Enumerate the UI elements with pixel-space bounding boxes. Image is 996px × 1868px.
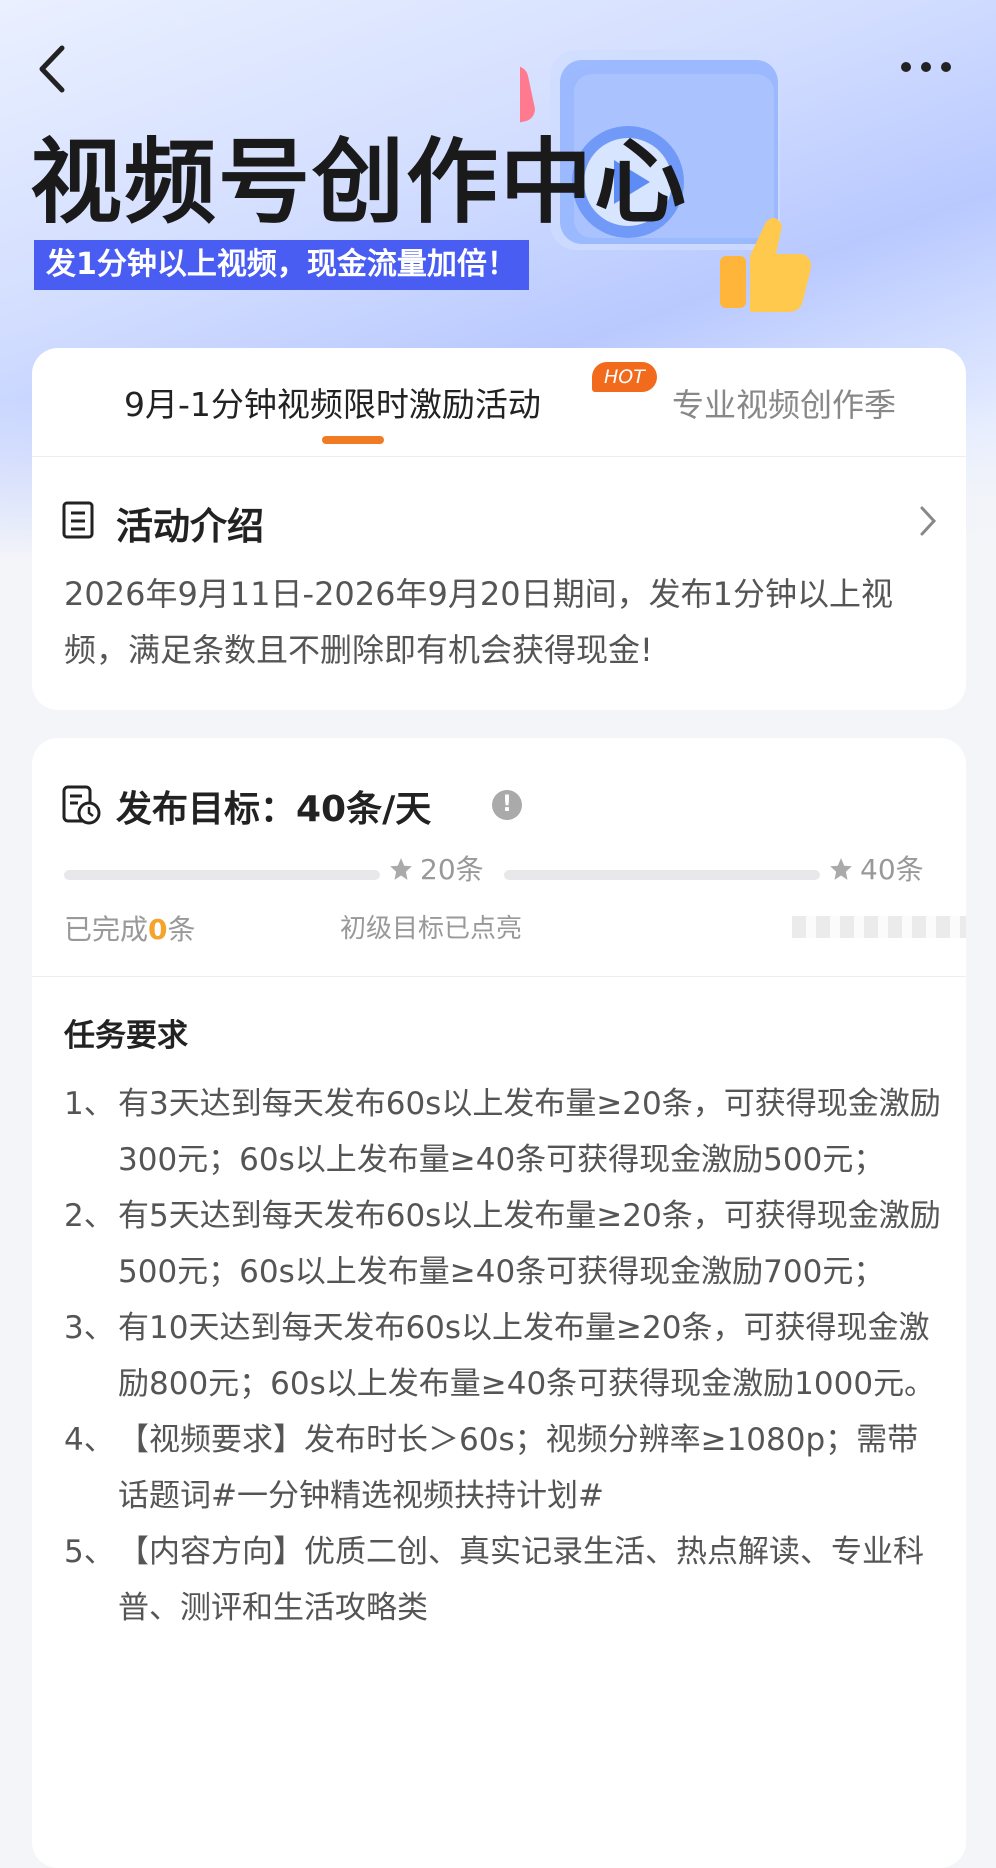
- list-item: 5、 【内容方向】优质二创、真实记录生活、热点解读、专业科普、测评和生活攻略类: [64, 1524, 944, 1636]
- milestone-40: 40条: [828, 848, 924, 898]
- back-arrow-icon: [39, 45, 65, 93]
- divider: [32, 976, 966, 977]
- list-item: 4、 【视频要求】发布时长＞60s；视频分辨率≥1080p；需带话题词#一分钟精选…: [64, 1412, 944, 1524]
- progress-bar-second: [504, 870, 820, 880]
- blurred-text: [792, 916, 966, 938]
- requirements-title: 任务要求: [64, 1018, 188, 1054]
- list-item: 2、 有5天达到每天发布60s以上发布量≥20条，可获得现金激励500元；60s以…: [64, 1188, 944, 1300]
- activity-intro-link[interactable]: 活动介绍: [60, 488, 940, 548]
- requirements-list: 1、 有3天达到每天发布60s以上发布量≥20条，可获得现金激励300元；60s以…: [64, 1076, 944, 1636]
- milestone-label: 40条: [860, 853, 924, 886]
- hot-badge: HOT: [592, 362, 657, 392]
- done-number: 0: [148, 913, 168, 946]
- goal-header: 发布目标：40条/天 !: [60, 774, 940, 834]
- hero-subtitle: 发1分钟以上视频，现金流量加倍！: [34, 240, 529, 290]
- info-icon[interactable]: !: [492, 790, 522, 820]
- tab-bar: 9月-1分钟视频限时激励活动 HOT 专业视频创作季: [32, 348, 966, 457]
- list-item-text: 有3天达到每天发布60s以上发布量≥20条，可获得现金激励300元；60s以上发…: [118, 1086, 941, 1178]
- more-button[interactable]: [896, 52, 956, 82]
- list-item-number: 2、: [64, 1198, 115, 1234]
- tab-1min-video-incentive[interactable]: 9月-1分钟视频限时激励活动: [124, 378, 541, 426]
- list-item: 1、 有3天达到每天发布60s以上发布量≥20条，可获得现金激励300元；60s以…: [64, 1076, 944, 1188]
- list-item-number: 5、: [64, 1534, 115, 1570]
- list-item-number: 3、: [64, 1310, 115, 1346]
- back-button[interactable]: [32, 42, 76, 96]
- activity-card: 9月-1分钟视频限时激励活动 HOT 专业视频创作季 活动介绍 2026年9月1…: [32, 348, 966, 710]
- milestone-20: 20条: [388, 848, 484, 898]
- star-icon: [830, 858, 852, 880]
- intro-description: 2026年9月11日-2026年9月20日期间，发布1分钟以上视频，满足条数且不…: [64, 575, 893, 669]
- list-item-text: 有10天达到每天发布60s以上发布量≥20条，可获得现金激励800元；60s以上…: [118, 1310, 936, 1402]
- progress-bar-first: [64, 870, 380, 880]
- chevron-right-icon: [920, 506, 937, 536]
- list-item-text: 【视频要求】发布时长＞60s；视频分辨率≥1080p；需带话题词#一分钟精选视频…: [118, 1422, 919, 1514]
- list-item: 3、 有10天达到每天发布60s以上发布量≥20条，可获得现金激励800元；60s…: [64, 1300, 944, 1412]
- active-tab-indicator: [322, 436, 384, 444]
- list-item-text: 【内容方向】优质二创、真实记录生活、热点解读、专业科普、测评和生活攻略类: [118, 1534, 924, 1626]
- tab-pro-video-season[interactable]: 专业视频创作季: [672, 380, 896, 426]
- target-clock-icon: [62, 785, 101, 825]
- completed-count: 已完成0条: [64, 908, 196, 948]
- more-dots-icon: [901, 62, 951, 72]
- list-item-text: 有5天达到每天发布60s以上发布量≥20条，可获得现金激励500元；60s以上发…: [118, 1198, 941, 1290]
- intro-title: 活动介绍: [116, 505, 264, 548]
- milestone-label: 20条: [420, 853, 484, 886]
- goal-card: 发布目标：40条/天 ! 20条 40条 已完成0条 初级目标已点亮 任务要求 …: [32, 738, 966, 1868]
- page-title: 视频号创作中心: [30, 129, 689, 236]
- document-icon: [62, 501, 94, 539]
- star-icon: [390, 858, 412, 880]
- goal-title: 发布目标：40条/天: [116, 789, 432, 830]
- done-prefix: 已完成: [64, 913, 149, 946]
- level-status: 初级目标已点亮: [340, 914, 523, 944]
- heart-icon: [520, 66, 535, 130]
- done-suffix: 条: [167, 913, 196, 946]
- list-item-number: 4、: [64, 1422, 115, 1458]
- list-item-number: 1、: [64, 1086, 115, 1122]
